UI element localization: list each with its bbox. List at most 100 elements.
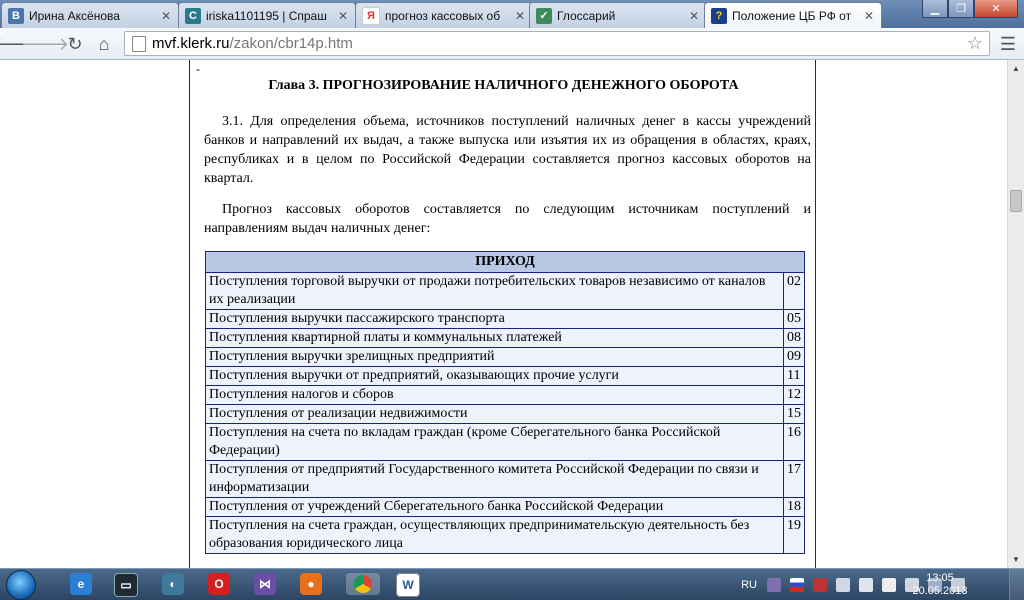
chapter-title: Глава 3. ПРОГНОЗИРОВАНИЕ НАЛИЧНОГО ДЕНЕЖ… — [268, 78, 739, 93]
home-icon: ⌂ — [98, 33, 110, 54]
language-flag-icon[interactable] — [790, 577, 804, 592]
table-row: Поступления выручки зрелищных предприяти… — [205, 347, 805, 367]
close-icon[interactable]: ✕ — [688, 9, 700, 23]
row-label: Поступления выручки пассажирского трансп… — [205, 309, 784, 329]
row-label: Поступления налогов и сборов — [205, 385, 784, 405]
menu-button[interactable]: ☰ — [996, 32, 1020, 56]
tab-title: Положение ЦБ РФ от — [732, 8, 852, 23]
tray-app-icon[interactable] — [767, 577, 781, 592]
table-row: Поступления налогов и сборов 12 — [205, 385, 805, 405]
table-row: Поступления выручки от предприятий, оказ… — [205, 366, 805, 386]
internet-explorer-icon[interactable]: e — [70, 573, 92, 595]
tab-cbr-regulation[interactable]: ? Положение ЦБ РФ от ✕ — [704, 2, 882, 28]
row-code: 05 — [783, 309, 805, 329]
paragraph-3-1: 3.1. Для определения объема, источников … — [204, 114, 811, 186]
scroll-thumb[interactable] — [1010, 190, 1022, 212]
vertical-scrollbar[interactable]: ▲ ▼ — [1007, 60, 1024, 568]
help-icon: ? — [711, 7, 727, 24]
yandex-icon: Я — [362, 6, 380, 25]
windows-taskbar: e ▭ ◐ O ⋈ ● W RU 13:05 20.05.2013 — [0, 568, 1024, 600]
minimize-button[interactable]: ▁ — [922, 0, 948, 18]
reload-button[interactable]: ↻ — [63, 32, 87, 56]
url-text[interactable]: mvf.klerk.ru/zakon/cbr14p.htm — [152, 35, 967, 52]
media-center-icon[interactable]: ▭ — [114, 573, 138, 597]
row-code: 09 — [783, 347, 805, 367]
language-indicator[interactable]: RU — [741, 579, 757, 591]
window-controls: ▁ ❐ ✕ — [922, 0, 1018, 18]
opera-icon[interactable]: O — [208, 573, 230, 595]
home-button[interactable]: ⌂ — [92, 32, 116, 56]
table-header: ПРИХОД — [205, 251, 805, 273]
keyboard-icon[interactable] — [813, 577, 827, 592]
glossary-icon: ✓ — [536, 7, 552, 24]
tab-title: iriska1101195 | Спраш — [206, 8, 327, 23]
row-code: 17 — [783, 460, 805, 498]
table-row: Поступления выручки пассажирского трансп… — [205, 309, 805, 329]
row-code: 16 — [783, 423, 805, 461]
show-desktop-button[interactable] — [1009, 569, 1024, 600]
table-row: Поступления квартирной платы и коммуналь… — [205, 328, 805, 348]
table-row: Поступления от предприятий Государственн… — [205, 460, 805, 498]
visual-studio-icon[interactable]: ⋈ — [254, 573, 276, 595]
page-viewport: - Глава 3. ПРОГНОЗИРОВАНИЕ НАЛИЧНОГО ДЕН… — [0, 60, 1024, 568]
browser-toolbar: 🡐 🡒 ↻ ⌂ mvf.klerk.ru/zakon/cbr14p.htm ☆ … — [0, 28, 1024, 60]
row-label: Поступления от реализации недвижимости — [205, 404, 784, 424]
clock-time: 13:05 — [926, 572, 954, 584]
table-row: Поступления от реализации недвижимости 1… — [205, 404, 805, 424]
row-label: Поступления на счета граждан, осуществля… — [205, 516, 784, 554]
table-row: Поступления от учреждений Сберегательног… — [205, 497, 805, 517]
row-code: 12 — [783, 385, 805, 405]
firefox-icon[interactable]: ● — [300, 573, 322, 595]
row-label: Поступления от предприятий Государственн… — [205, 460, 784, 498]
close-icon[interactable]: ✕ — [337, 9, 349, 23]
tab-sprashivai[interactable]: C iriska1101195 | Спраш ✕ — [178, 2, 356, 28]
scroll-down-icon[interactable]: ▼ — [1008, 551, 1024, 568]
sprashivai-icon: C — [185, 7, 201, 24]
monitor-icon[interactable] — [859, 577, 873, 592]
close-icon[interactable]: ✕ — [863, 9, 875, 23]
dash-mark: - — [196, 62, 200, 76]
table-row: Поступления торговой выручки от продажи … — [205, 272, 805, 310]
chrome-icon — [354, 575, 372, 593]
chrome-taskbar-icon[interactable] — [346, 573, 380, 595]
row-code: 18 — [783, 497, 805, 517]
close-icon[interactable]: ✕ — [514, 9, 526, 23]
row-code: 11 — [783, 366, 805, 386]
row-code: 08 — [783, 328, 805, 348]
clock-date: 20.05.2013 — [912, 585, 968, 597]
income-table: ПРИХОД Поступления торговой выручки от п… — [205, 251, 805, 554]
action-center-flag-icon[interactable] — [882, 577, 896, 592]
address-bar[interactable]: mvf.klerk.ru/zakon/cbr14p.htm ☆ — [124, 31, 990, 56]
word-icon[interactable]: W — [396, 573, 420, 597]
forward-button[interactable]: 🡒 — [21, 32, 69, 56]
paragraph-forecast: Прогноз кассовых оборотов составляется п… — [204, 202, 811, 236]
bookmark-star-icon[interactable]: ☆ — [967, 33, 983, 54]
tab-title: Глоссарий — [557, 8, 616, 23]
tab-yandex[interactable]: Я прогноз кассовых об ✕ — [355, 2, 533, 28]
browser-tab-strip: В Ирина Аксёнова ✕ C iriska1101195 | Спр… — [0, 0, 1024, 28]
restore-button[interactable]: ❐ — [948, 0, 974, 18]
row-label: Поступления выручки от предприятий, оказ… — [205, 366, 784, 386]
start-button[interactable] — [6, 570, 36, 600]
url-path: /zakon/cbr14p.htm — [229, 35, 353, 52]
tab-glossary[interactable]: ✓ Глоссарий ✕ — [529, 2, 707, 28]
row-label: Поступления квартирной платы и коммуналь… — [205, 328, 784, 348]
media-player-icon[interactable]: ◐ — [162, 573, 184, 595]
close-window-button[interactable]: ✕ — [974, 0, 1018, 18]
row-label: Поступления выручки зрелищных предприяти… — [205, 347, 784, 367]
row-label: Поступления на счета по вкладам граждан … — [205, 423, 784, 461]
table-row: Поступления на счета граждан, осуществля… — [205, 516, 805, 554]
tab-title: прогноз кассовых об — [385, 8, 501, 23]
arrow-right-icon: 🡒 — [20, 33, 70, 54]
row-label: Поступления от учреждений Сберегательног… — [205, 497, 784, 517]
speaker-icon[interactable] — [836, 577, 850, 592]
tab-vk[interactable]: В Ирина Аксёнова ✕ — [1, 2, 179, 28]
reload-icon: ↻ — [67, 33, 83, 54]
row-code: 15 — [783, 404, 805, 424]
scroll-up-icon[interactable]: ▲ — [1008, 60, 1024, 77]
hamburger-menu-icon: ☰ — [999, 33, 1017, 54]
close-icon[interactable]: ✕ — [160, 9, 172, 23]
system-clock[interactable]: 13:05 20.05.2013 — [908, 572, 972, 598]
table-row: Поступления на счета по вкладам граждан … — [205, 423, 805, 461]
row-code: 19 — [783, 516, 805, 554]
